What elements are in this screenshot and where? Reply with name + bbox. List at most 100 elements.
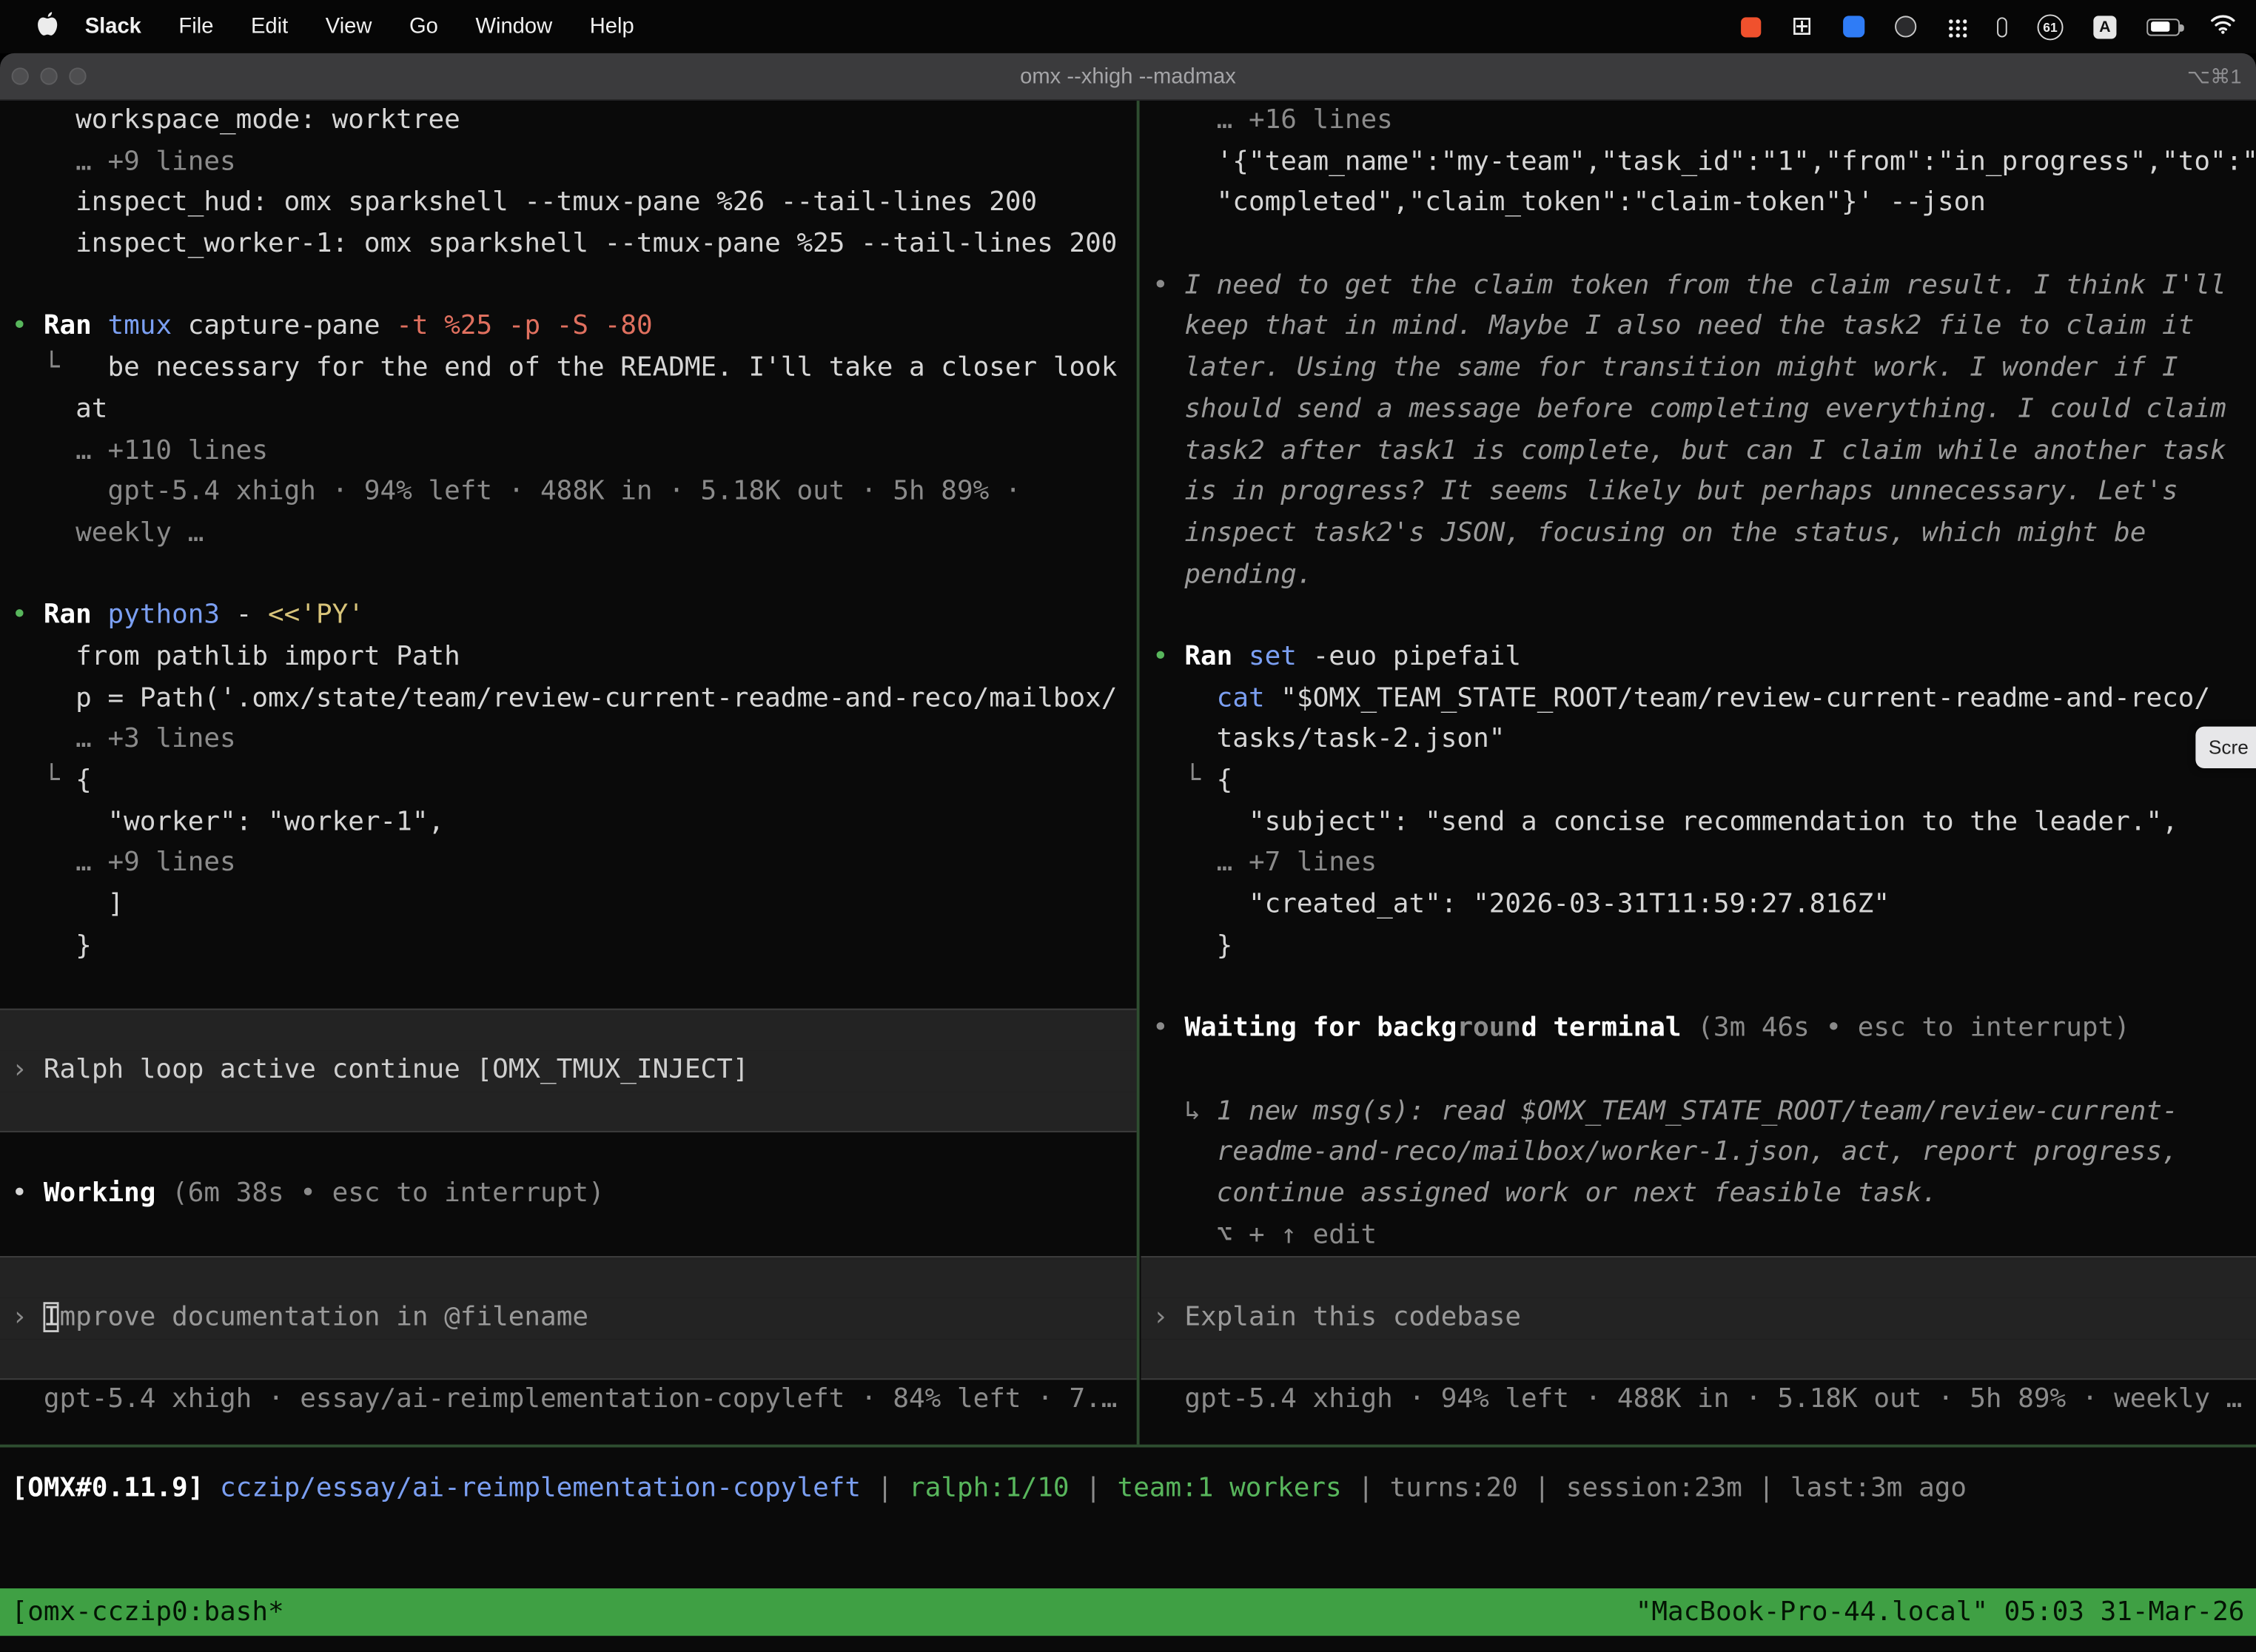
close-button[interactable] — [12, 67, 29, 84]
terminal-line: "worker": "worker-1", — [12, 802, 1137, 844]
terminal-line — [12, 967, 1137, 1009]
terminal-line: "completed","claim_token":"claim-token"}… — [1152, 184, 2256, 225]
terminal-line: • Working (6m 38s • esc to interrupt) — [12, 1174, 1137, 1215]
tmux-session-label: [omx-cczip0:bash* — [12, 1597, 284, 1628]
terminal-line: [OMX#0.11.9] cczip/essay/ai-reimplementa… — [12, 1469, 2256, 1511]
terminal-line — [1152, 1050, 2256, 1092]
dark-app-icon[interactable] — [1895, 16, 1916, 37]
terminal-line — [1141, 1256, 2256, 1297]
terminal-line: tasks/task-2.json" — [1152, 720, 2256, 762]
apple-icon — [38, 12, 58, 42]
pane-divider-vertical[interactable] — [1137, 101, 1140, 1445]
apple-menu[interactable] — [29, 12, 67, 42]
terminal-line — [0, 1339, 1137, 1380]
terminal-line — [1152, 596, 2256, 637]
terminal-line — [12, 266, 1137, 307]
terminal-window: workspace_mode: worktree … +9 lines insp… — [0, 101, 2256, 1652]
traffic-lights — [12, 53, 87, 99]
terminal-line: "created_at": "2026-03-31T11:59:27.816Z" — [1152, 885, 2256, 927]
menu-help[interactable]: Help — [571, 0, 653, 53]
terminal-pane-right[interactable]: … +16 lines '{"team_name":"my-team","tas… — [1141, 101, 2256, 1445]
terminal-line: • I need to get the claim token from the… — [1152, 266, 2256, 307]
terminal-line: at — [12, 389, 1137, 431]
grid-app-icon[interactable]: ⊞ — [1791, 16, 1813, 36]
terminal-line: pending. — [1152, 554, 2256, 596]
battery-icon[interactable] — [2146, 18, 2180, 35]
menu-bar-status-icons: ⊞ 61 A — [1741, 13, 2236, 40]
terminal-line: '{"team_name":"my-team","task_id":"1","f… — [1152, 142, 2256, 184]
pill-app-icon[interactable] — [1997, 16, 2007, 36]
terminal-line: ↳ 1 new msg(s): read $OMX_TEAM_STATE_ROO… — [1152, 1091, 2256, 1132]
terminal-line: › Explain this codebase — [1141, 1297, 2256, 1339]
menu-file[interactable]: File — [160, 0, 232, 53]
terminal-line: } — [12, 926, 1137, 967]
pane-divider-horizontal — [0, 1445, 2256, 1448]
menu-app-name[interactable]: Slack — [66, 0, 160, 53]
terminal-line: weekly … — [12, 514, 1137, 555]
terminal-line: gpt-5.4 xhigh · 94% left · 488K in · 5.1… — [1152, 1380, 2256, 1422]
wifi-icon[interactable] — [2210, 13, 2236, 40]
terminal-line: … +9 lines — [12, 844, 1137, 885]
terminal-line: └ be necessary for the end of the README… — [12, 349, 1137, 390]
tmux-host-clock-label: "MacBook-Pro-44.local" 05:03 31-Mar-26 — [1636, 1597, 2245, 1628]
minimize-button[interactable] — [40, 67, 57, 84]
battery-fill — [2150, 21, 2169, 32]
terminal-line: • Ran set -euo pipefail — [1152, 637, 2256, 679]
menu-window[interactable]: Window — [457, 0, 571, 53]
desktop: Slack File Edit View Go Window Help ⊞ 61… — [0, 0, 2256, 1652]
terminal-line: … +16 lines — [1152, 101, 2256, 142]
screen-overlay-chip[interactable]: Scre — [2195, 727, 2256, 768]
terminal-line: } — [1152, 926, 2256, 967]
terminal-line — [12, 1132, 1137, 1174]
terminal-line: continue assigned work or next feasible … — [1152, 1174, 2256, 1215]
terminal-line: inspect task2's JSON, focusing on the st… — [1152, 514, 2256, 555]
terminal-line — [0, 1009, 1137, 1050]
terminal-line: keep that in mind. Maybe I also need the… — [1152, 307, 2256, 349]
terminal-line — [0, 1091, 1137, 1132]
terminal-line: • Ran python3 - <<'PY' — [12, 596, 1137, 637]
terminal-line — [1152, 224, 2256, 266]
terminal-line — [12, 554, 1137, 596]
tmux-status-bar: [omx-cczip0:bash* "MacBook-Pro-44.local"… — [0, 1588, 2256, 1636]
window-title: omx --xhigh --madmax — [1020, 64, 1236, 89]
dots-grid-icon[interactable] — [1947, 16, 1967, 36]
terminal-line: readme-and-reco/mailbox/worker-1.json, a… — [1152, 1132, 2256, 1174]
menu-edit[interactable]: Edit — [232, 0, 307, 53]
screen-recording-icon[interactable] — [1741, 16, 1761, 36]
terminal-line: └ { — [12, 761, 1137, 802]
terminal-line — [12, 1215, 1137, 1257]
terminal-line: └ { — [1152, 761, 2256, 802]
menu-view[interactable]: View — [307, 0, 391, 53]
terminal-line: ⌥ + ↑ edit — [1152, 1215, 2256, 1257]
terminal-line: from pathlib import Path — [12, 637, 1137, 679]
window-shortcut-label: ⌥⌘1 — [2187, 64, 2242, 89]
terminal-line: "subject": "send a concise recommendatio… — [1152, 802, 2256, 844]
terminal-line: • Waiting for background terminal (3m 46… — [1152, 1009, 2256, 1050]
terminal-line: › Ralph loop active continue [OMX_TMUX_I… — [0, 1050, 1137, 1092]
terminal-line: p = Path('.omx/state/team/review-current… — [12, 679, 1137, 720]
menu-go[interactable]: Go — [391, 0, 457, 53]
terminal-line: cat "$OMX_TEAM_STATE_ROOT/team/review-cu… — [1152, 679, 2256, 720]
terminal-line: ] — [12, 885, 1137, 927]
terminal-line: … +110 lines — [12, 431, 1137, 472]
menu-bar: Slack File Edit View Go Window Help ⊞ 61… — [0, 0, 2256, 53]
terminal-line: later. Using the same for transition mig… — [1152, 349, 2256, 390]
blue-app-icon[interactable] — [1843, 16, 1864, 37]
zoom-button[interactable] — [69, 67, 86, 84]
terminal-line: workspace_mode: worktree — [12, 101, 1137, 142]
window-title-bar[interactable]: omx --xhigh --madmax ⌥⌘1 — [0, 53, 2256, 101]
terminal-pane-left[interactable]: workspace_mode: worktree … +9 lines insp… — [0, 101, 1137, 1445]
input-source-icon[interactable]: A — [2093, 15, 2116, 38]
terminal-line — [1141, 1339, 2256, 1380]
badge-61-icon[interactable]: 61 — [2038, 13, 2064, 39]
terminal-line — [0, 1256, 1137, 1297]
omx-status-line: [OMX#0.11.9] cczip/essay/ai-reimplementa… — [12, 1469, 2256, 1511]
terminal-line: task2 after task1 is complete, but can I… — [1152, 431, 2256, 472]
terminal-line: gpt-5.4 xhigh · essay/ai-reimplementatio… — [12, 1380, 1137, 1422]
terminal-line: › Improve documentation in @filename — [0, 1297, 1137, 1339]
menu-bar-left: Slack File Edit View Go Window Help — [0, 0, 653, 53]
terminal-line: … +9 lines — [12, 142, 1137, 184]
terminal-line: … +3 lines — [12, 720, 1137, 762]
terminal-line: inspect_worker-1: omx sparkshell --tmux-… — [12, 224, 1137, 266]
battery-nub — [2180, 24, 2183, 31]
